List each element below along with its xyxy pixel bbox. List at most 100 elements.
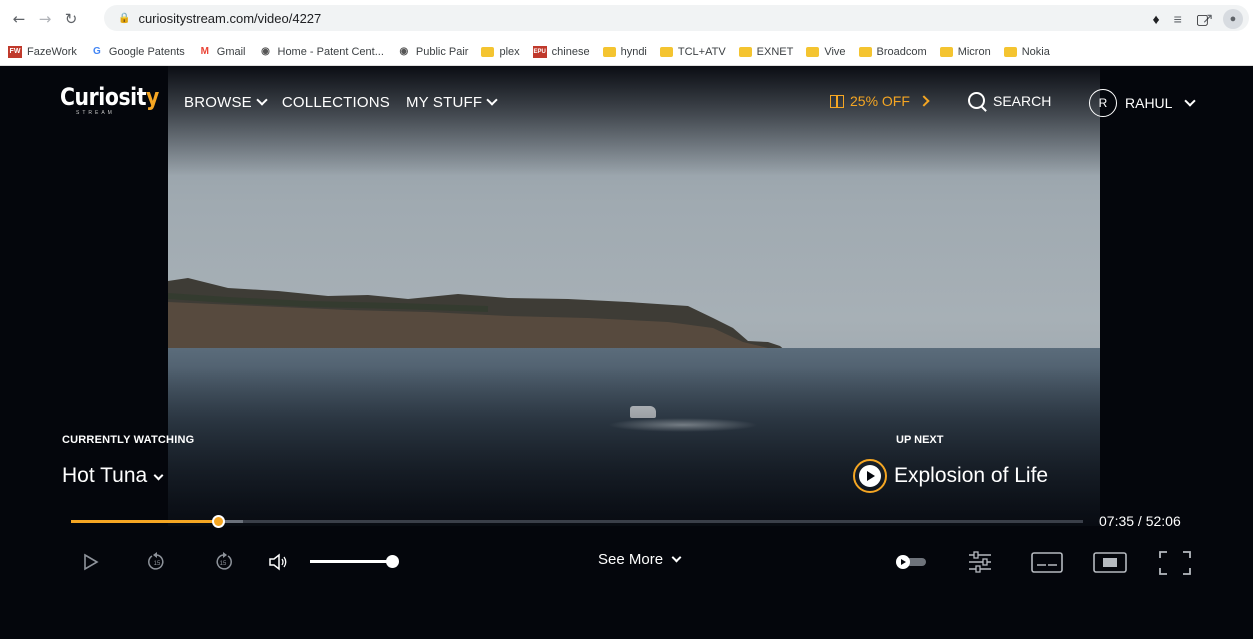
bookmark-label: Gmail [216,45,246,58]
address-bar[interactable]: 🔒 curiositystream.com/video/4227 ↗ ☆ [104,5,1249,31]
reading-list-icon[interactable]: ≡ [1174,11,1182,27]
logo-accent-letter: y [146,83,159,111]
folder-icon [806,46,820,57]
location-pin-icon: ◉ [399,46,409,57]
volume-handle[interactable] [386,555,399,568]
nav-collections[interactable]: COLLECTIONS [282,94,390,111]
picture-in-picture-icon [1093,552,1127,573]
extensions-icon[interactable]: ♦ [1152,11,1159,27]
lock-icon: 🔒 [118,12,131,24]
bookmark-public-pair[interactable]: ◉ Public Pair [397,46,469,58]
current-title: Hot Tuna [62,464,148,487]
mute-button[interactable] [268,549,290,575]
location-pin-icon: ◉ [261,46,270,57]
curiosity-stream-logo[interactable]: Curiosity STREAM [60,85,176,116]
chevron-right-icon [918,95,930,107]
svg-text:15: 15 [220,561,227,567]
bookmark-plex[interactable]: plex [481,45,520,58]
fullscreen-icon [1159,551,1191,575]
seek-bar[interactable] [71,515,1083,528]
current-title-dropdown[interactable]: Hot Tuna [62,464,164,488]
bookmark-label: Vive [824,45,846,58]
bookmark-label: EXNET [756,45,794,58]
autoplay-toggle[interactable] [896,555,926,569]
forward-button[interactable]: 15 [212,549,234,575]
sliders-icon [969,551,991,573]
rewind-15-icon: 15 [148,552,164,570]
bookmark-fazework[interactable]: FW FazeWork [8,45,77,58]
volume-icon [269,553,287,571]
promo-label: 25% OFF [850,93,910,109]
volume-slider[interactable] [310,555,399,568]
chevron-down-icon [256,94,268,106]
captions-button[interactable] [1030,550,1064,579]
gift-icon [830,94,844,108]
chevron-down-icon [1184,94,1197,107]
bookmark-label: TCL+ATV [677,45,726,58]
folder-icon [659,46,673,57]
folder-icon [1003,46,1017,57]
currently-watching-label: CURRENTLY WATCHING [62,434,195,446]
logo-text: Curiosit [60,83,147,111]
bookmark-micron[interactable]: Micron [939,45,991,58]
nav-browse[interactable]: BROWSE [184,94,268,111]
chevron-down-icon [153,470,164,480]
up-next-label: UP NEXT [896,434,944,446]
bookmark-gmail[interactable]: M Gmail [198,46,246,58]
bookmark-label: Home - Patent Cent... [277,45,384,58]
bookmark-label: chinese [551,45,590,58]
chevron-down-icon [486,94,498,106]
nav-label: BROWSE [184,94,252,111]
bookmark-exnet[interactable]: EXNET [738,45,794,58]
bookmark-label: plex [499,45,520,58]
settings-button[interactable] [966,550,994,579]
bookmark-nokia[interactable]: Nokia [1003,46,1050,58]
up-next-button[interactable]: Explosion of Life [853,459,1048,493]
back-arrow-icon[interactable]: ← [8,8,30,30]
bookmark-google-patents[interactable]: G Google Patents [90,46,185,58]
next-title: Explosion of Life [894,464,1049,487]
search-button[interactable]: SEARCH [968,92,1051,109]
bookmark-label: FazeWork [27,45,77,58]
progress-fill [71,520,218,523]
fazework-icon: FW [8,45,22,58]
bookmark-vive[interactable]: Vive [806,45,846,58]
rewind-button[interactable]: 15 [146,549,168,575]
profile-icon[interactable]: ● [1223,9,1243,29]
forward-arrow-icon[interactable]: → [34,8,56,30]
url-text: curiositystream.com/video/4227 [138,10,322,26]
epu-icon: EPU [532,45,547,58]
bookmarks-bar: FW FazeWork G Google Patents M Gmail ◉ Home … [0,38,1253,66]
user-menu[interactable]: R RAHUL [1089,89,1197,117]
window-icon[interactable]: ▢ [1196,11,1209,28]
user-name: RAHUL [1125,95,1173,111]
bookmark-tcl-atv[interactable]: TCL+ATV [659,45,726,58]
bookmark-broadcom[interactable]: Broadcom [858,46,927,58]
nav-my-stuff[interactable]: MY STUFF [406,94,498,111]
fullscreen-button[interactable] [1158,550,1192,581]
bookmark-hyndi[interactable]: hyndi [602,45,647,58]
top-gradient [0,66,1253,176]
bookmark-label: hyndi [620,45,647,58]
main-nav: BROWSE COLLECTIONS MY STUFF [184,94,498,111]
captions-icon [1031,552,1063,573]
bookmark-patent-center[interactable]: ◉ Home - Patent Cent... [259,46,384,58]
folder-icon [939,46,953,57]
play-button[interactable] [82,549,100,575]
autoplay-icon [896,555,910,569]
folder-icon [738,46,752,57]
reload-icon[interactable]: ↻ [60,8,82,30]
folder-icon [858,46,872,57]
time-display: 07:35 / 52:06 [1099,513,1181,529]
promo-link[interactable]: 25% OFF [830,93,930,109]
picture-in-picture-button[interactable] [1092,550,1128,579]
see-more-button[interactable]: See More [598,551,682,568]
video-player[interactable]: Curiosity STREAM BROWSE COLLECTIONS MY S… [0,66,1253,639]
seek-handle[interactable] [211,515,225,528]
gmail-icon: M [200,46,209,57]
forward-15-icon: 15 [216,552,232,570]
bookmark-label: Micron [957,45,991,58]
browser-toolbar: ← → ↻ 🔒 curiositystream.com/video/4227 ↗… [0,0,1253,38]
bookmark-chinese[interactable]: EPU chinese [532,45,590,58]
search-icon [968,92,985,109]
